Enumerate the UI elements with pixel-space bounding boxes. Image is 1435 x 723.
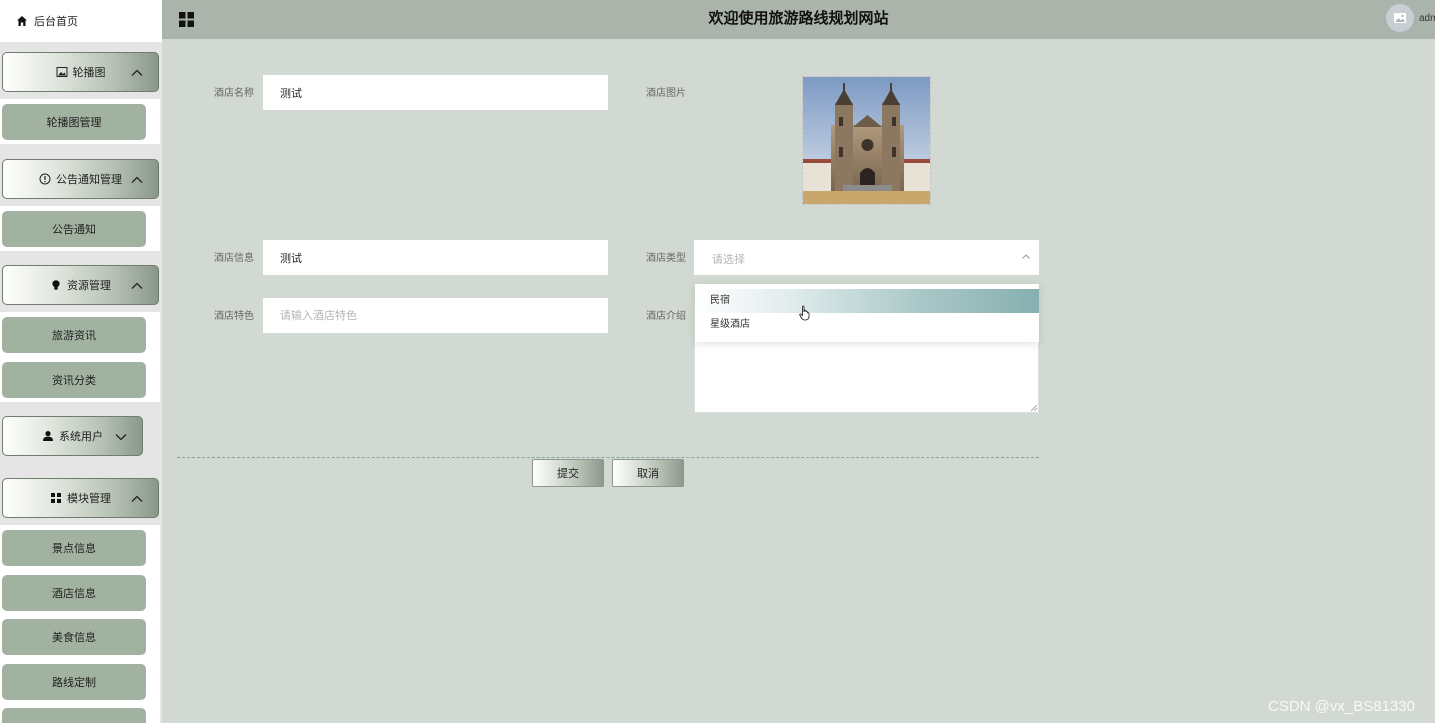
hotel-name-label: 酒店名称 (214, 88, 254, 99)
submenu-modules: 景点信息 酒店信息 美食信息 路线定制 (0, 525, 160, 723)
chevron-up-icon (131, 176, 143, 183)
sidebar-item-travel-news[interactable]: 旅游资讯 (2, 317, 146, 353)
bulb-icon (50, 279, 62, 291)
chevron-down-icon (115, 434, 127, 441)
username[interactable]: adm (1419, 13, 1435, 24)
hotel-type-select[interactable]: 请选择 (694, 240, 1039, 275)
menu-notice-label: 公告通知管理 (56, 174, 122, 186)
avatar[interactable] (1386, 4, 1414, 32)
sidebar-item-label: 轮播图管理 (46, 117, 102, 129)
hotel-info-input[interactable] (263, 240, 608, 275)
sidebar-item-label: 旅游资讯 (52, 330, 96, 342)
sidebar-item-label: 路线定制 (52, 677, 96, 689)
hotel-type-label: 酒店类型 (646, 253, 686, 264)
dropdown-option-star-hotel[interactable]: 星级酒店 (695, 313, 1039, 337)
hotel-type-dropdown: 民宿 星级酒店 (695, 284, 1039, 342)
hotel-info-label: 酒店信息 (214, 253, 254, 264)
sidebar-item-route-custom[interactable]: 路线定制 (2, 664, 146, 700)
menu-resources[interactable]: 资源管理 (2, 265, 159, 305)
sidebar-item-label: 资讯分类 (52, 375, 96, 387)
sidebar-item-label: 酒店信息 (52, 588, 96, 600)
hotel-name-input[interactable] (263, 75, 608, 110)
submenu-carousel: 轮播图管理 (0, 99, 160, 144)
submenu-resources: 旅游资讯 资讯分类 (0, 312, 160, 402)
sidebar-home-link[interactable]: 后台首页 (0, 0, 162, 42)
menu-notice[interactable]: 公告通知管理 (2, 159, 159, 199)
sidebar-item-news-category[interactable]: 资讯分类 (2, 362, 146, 398)
sidebar-item-attractions[interactable]: 景点信息 (2, 530, 146, 566)
chevron-up-icon (1022, 254, 1030, 259)
sidebar-item-hotels[interactable]: 酒店信息 (2, 575, 146, 611)
sidebar-item-label: 美食信息 (52, 632, 96, 644)
page-title: 欢迎使用旅游路线规划网站 (708, 10, 889, 27)
home-icon (17, 16, 27, 26)
chevron-up-icon (131, 282, 143, 289)
resize-grip-icon[interactable] (1031, 405, 1037, 411)
menu-resources-label: 资源管理 (67, 280, 111, 292)
chevron-up-icon (131, 495, 143, 502)
user-icon (42, 430, 54, 442)
cancel-button[interactable]: 取消 (612, 459, 684, 487)
hotel-image-label: 酒店图片 (646, 88, 686, 99)
hotel-feature-label: 酒店特色 (214, 311, 254, 322)
sidebar: 后台首页 轮播图 轮播图管理 公告通知管理 公告通知 资源管理 旅游资讯 资讯分… (0, 0, 162, 723)
sidebar-item-label: 景点信息 (52, 543, 96, 555)
menu-modules-label: 模块管理 (67, 493, 111, 505)
menu-carousel-label: 轮播图 (72, 67, 106, 79)
watermark: CSDN @vx_BS81330 (1268, 698, 1415, 715)
sidebar-item-label: 公告通知 (52, 224, 96, 236)
form-divider (177, 457, 1039, 458)
menu-system-users-label: 系统用户 (59, 431, 103, 443)
hotel-intro-label: 酒店介绍 (646, 311, 686, 322)
image-icon (56, 66, 68, 78)
sidebar-item-notice[interactable]: 公告通知 (2, 211, 146, 247)
menu-carousel[interactable]: 轮播图 (2, 52, 159, 92)
chevron-up-icon (131, 69, 143, 76)
grid-icon (50, 492, 62, 504)
menu-system-users[interactable]: 系统用户 (2, 416, 143, 456)
image-icon (1394, 13, 1406, 23)
hotel-feature-input[interactable] (263, 298, 608, 333)
hotel-type-placeholder: 请选择 (712, 254, 745, 266)
submenu-notice: 公告通知 (0, 206, 160, 251)
hand-cursor-icon (799, 305, 810, 321)
hotel-image-upload[interactable] (802, 76, 931, 205)
menu-modules[interactable]: 模块管理 (2, 478, 159, 518)
info-icon (39, 173, 51, 185)
sidebar-item-food[interactable]: 美食信息 (2, 619, 146, 655)
submit-button[interactable]: 提交 (532, 459, 604, 487)
top-bar: 欢迎使用旅游路线规划网站 adm (162, 0, 1435, 39)
home-label: 后台首页 (34, 16, 78, 28)
sidebar-item-carousel-manage[interactable]: 轮播图管理 (2, 104, 146, 140)
hotel-image (803, 77, 930, 204)
sidebar-item-partial[interactable] (2, 708, 146, 723)
dropdown-option-homestay[interactable]: 民宿 (695, 289, 1039, 313)
